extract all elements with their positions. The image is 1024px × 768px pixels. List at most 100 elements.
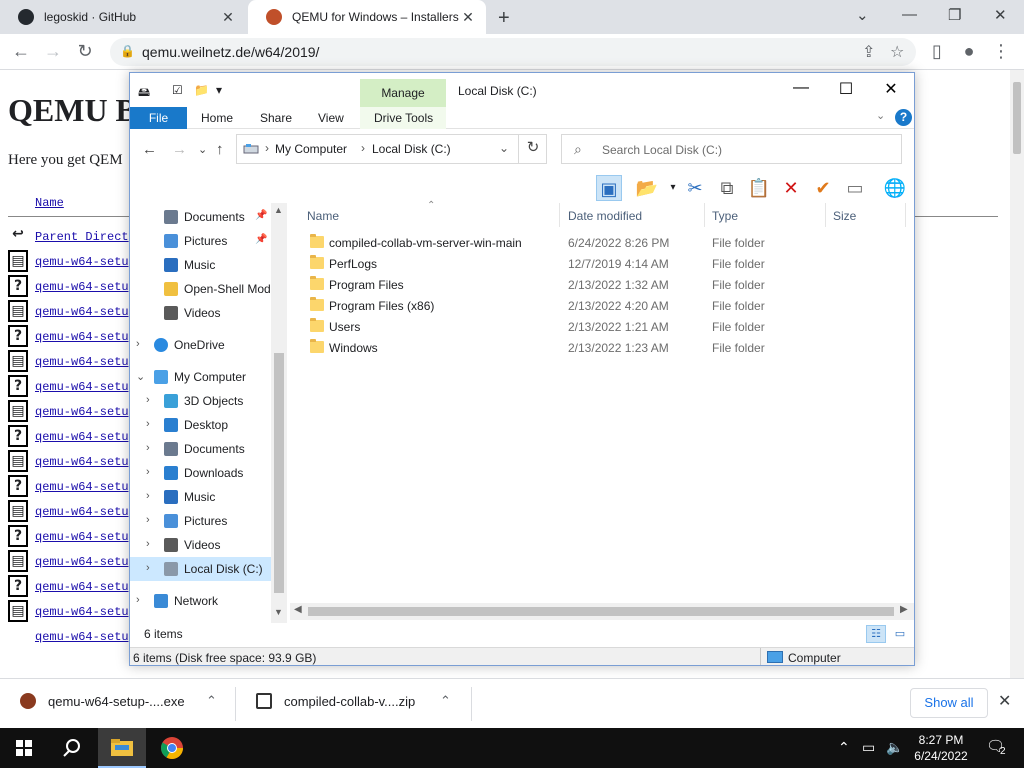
scrollbar-thumb[interactable]	[308, 607, 894, 616]
column-separator[interactable]	[825, 203, 826, 227]
chevron-right-icon[interactable]: ›	[146, 490, 150, 502]
nav-item[interactable]: › Pictures	[130, 509, 271, 533]
bookmark-star-icon[interactable]: ☆	[890, 42, 904, 62]
back-button[interactable]: ←	[10, 41, 32, 62]
up-arrow-icon[interactable]: ↑	[216, 141, 224, 158]
explorer-close-button[interactable]: ✕	[876, 79, 906, 99]
taskbar-file-explorer[interactable]	[98, 728, 146, 768]
search-box[interactable]: ⌕ Search Local Disk (C:)	[561, 134, 902, 164]
globe-icon[interactable]: 🌐	[882, 175, 908, 201]
close-window-button[interactable]: ✕	[994, 6, 1007, 24]
column-name[interactable]: Name	[307, 209, 339, 223]
file-link[interactable]: qemu-w64-setup	[35, 255, 136, 269]
explorer-maximize-button[interactable]: ☐	[831, 79, 861, 99]
show-hidden-icons-icon[interactable]: ⌃	[838, 739, 850, 756]
preview-pane-icon[interactable]: ▣	[596, 175, 622, 201]
nav-item[interactable]: Pictures 📌	[130, 229, 271, 253]
file-row[interactable]: Program Files 2/13/2022 1:32 AM File folde…	[306, 275, 906, 296]
chevron-right-icon[interactable]: ›	[146, 466, 150, 478]
properties-icon[interactable]: ☑	[172, 83, 183, 97]
profile-avatar-icon[interactable]: ●	[958, 41, 980, 62]
checkmark-icon[interactable]: ✔	[810, 175, 836, 201]
nav-item[interactable]: Videos	[130, 301, 271, 325]
nav-item[interactable]: › Music	[130, 485, 271, 509]
nav-item[interactable]: Documents 📌	[130, 205, 271, 229]
scroll-left-icon[interactable]: ◀	[294, 604, 302, 615]
file-link[interactable]: qemu-w64-setup	[35, 505, 136, 519]
collapse-ribbon-icon[interactable]: ⌄	[876, 109, 885, 122]
nav-item[interactable]: ⌄ My Computer	[130, 365, 271, 389]
menu-kebab-icon[interactable]: ⋮	[990, 41, 1012, 62]
tab-view[interactable]: View	[318, 111, 344, 125]
file-row[interactable]: Users 2/13/2022 1:21 AM File folder	[306, 317, 906, 338]
file-row[interactable]: PerfLogs 12/7/2019 4:14 AM File folder	[306, 254, 906, 275]
tab-file[interactable]: File	[130, 107, 187, 129]
side-panel-icon[interactable]: ▯	[926, 41, 948, 62]
file-row[interactable]: Program Files (x86) 2/13/2022 4:20 AM File…	[306, 296, 906, 317]
clock[interactable]: 8:27 PM 6/24/2022	[904, 732, 978, 764]
address-dropdown-icon[interactable]: ⌄	[499, 141, 509, 155]
nav-item[interactable]: › OneDrive	[130, 333, 271, 357]
taskbar-chrome[interactable]	[148, 728, 196, 768]
show-all-button[interactable]: Show all	[910, 688, 988, 718]
nav-item[interactable]: › Desktop	[130, 413, 271, 437]
explorer-address-bar[interactable]: › My Computer › Local Disk (C:) ⌄	[236, 134, 547, 164]
help-icon[interactable]: ?	[895, 109, 912, 126]
nav-item[interactable]: › Network	[130, 589, 271, 613]
chevron-down-icon[interactable]: ⌄	[136, 370, 145, 383]
chevron-right-icon[interactable]: ›	[146, 418, 150, 430]
column-separator[interactable]	[559, 203, 560, 227]
chevron-right-icon[interactable]: ›	[146, 394, 150, 406]
chevron-right-icon[interactable]: ›	[136, 594, 140, 606]
address-bar[interactable]: 🔒 qemu.weilnetz.de/w64/2019/ ⇪ ☆	[110, 38, 916, 66]
breadcrumb-separator-icon[interactable]: ›	[361, 141, 365, 155]
file-link[interactable]: qemu-w64-setup	[35, 330, 136, 344]
manage-tab[interactable]: Manage	[360, 86, 446, 100]
file-link[interactable]: qemu-w64-setup	[35, 480, 136, 494]
file-row[interactable]: compiled-collab-vm-server-win-main 6/24/2…	[306, 233, 906, 254]
download-item[interactable]: qemu-w64-setup-....exe ⌃	[0, 679, 236, 729]
file-link[interactable]: qemu-w64-setup	[35, 555, 136, 569]
customize-quick-access-icon[interactable]: ▾	[216, 83, 222, 97]
forward-arrow-icon[interactable]: →	[172, 141, 187, 158]
file-link[interactable]: qemu-w64-setup	[35, 305, 136, 319]
chevron-right-icon[interactable]: ›	[136, 338, 140, 350]
nav-item[interactable]: › Local Disk (C:)	[130, 557, 271, 581]
lock-icon[interactable]: 🔒	[120, 44, 135, 58]
chevron-right-icon[interactable]: ›	[146, 442, 150, 454]
scrollbar-thumb[interactable]	[274, 353, 284, 593]
details-view-icon[interactable]: ☷	[866, 625, 886, 643]
column-date-modified[interactable]: Date modified	[568, 209, 642, 223]
file-link[interactable]: qemu-w64-setup	[35, 605, 136, 619]
paste-icon[interactable]: 📋	[746, 175, 772, 201]
column-separator[interactable]	[905, 203, 906, 227]
new-folder-icon[interactable]: 📁	[194, 83, 209, 97]
file-link[interactable]: qemu-w64-setup	[35, 380, 136, 394]
nav-item[interactable]: › 3D Objects	[130, 389, 271, 413]
network-icon[interactable]: ▭	[862, 739, 875, 756]
nav-item[interactable]: Open-Shell Mod	[130, 277, 271, 301]
scroll-down-icon[interactable]: ▼	[274, 607, 283, 617]
rename-icon[interactable]: ▭	[842, 175, 868, 201]
tab-github[interactable]: legoskid · GitHub ✕	[0, 0, 246, 34]
horizontal-scrollbar[interactable]: ◀ ▶	[290, 603, 914, 620]
scroll-right-icon[interactable]: ▶	[900, 604, 908, 615]
copy-icon[interactable]: ⧉	[714, 175, 740, 201]
minimize-button[interactable]: —	[902, 6, 917, 23]
file-link[interactable]: qemu-w64-setup	[35, 530, 136, 544]
forward-button[interactable]: →	[42, 41, 64, 62]
chevron-up-icon[interactable]: ⌃	[206, 693, 217, 709]
reload-button[interactable]: ↻	[74, 41, 96, 62]
breadcrumb-my-computer[interactable]: My Computer	[275, 142, 347, 156]
nav-item[interactable]: › Videos	[130, 533, 271, 557]
breadcrumb-separator-icon[interactable]: ›	[265, 141, 269, 155]
large-icons-view-icon[interactable]: ▭	[890, 625, 910, 643]
scroll-up-icon[interactable]: ▲	[274, 205, 283, 215]
file-link[interactable]: qemu-w64-setup	[35, 580, 136, 594]
restore-button[interactable]: ❐	[948, 6, 961, 24]
column-separator[interactable]	[704, 203, 705, 227]
chevron-right-icon[interactable]: ›	[146, 514, 150, 526]
refresh-button[interactable]: ↻	[518, 134, 547, 164]
name-column-link[interactable]: Name	[35, 196, 64, 210]
folder-options-icon[interactable]: 📂	[634, 175, 660, 201]
